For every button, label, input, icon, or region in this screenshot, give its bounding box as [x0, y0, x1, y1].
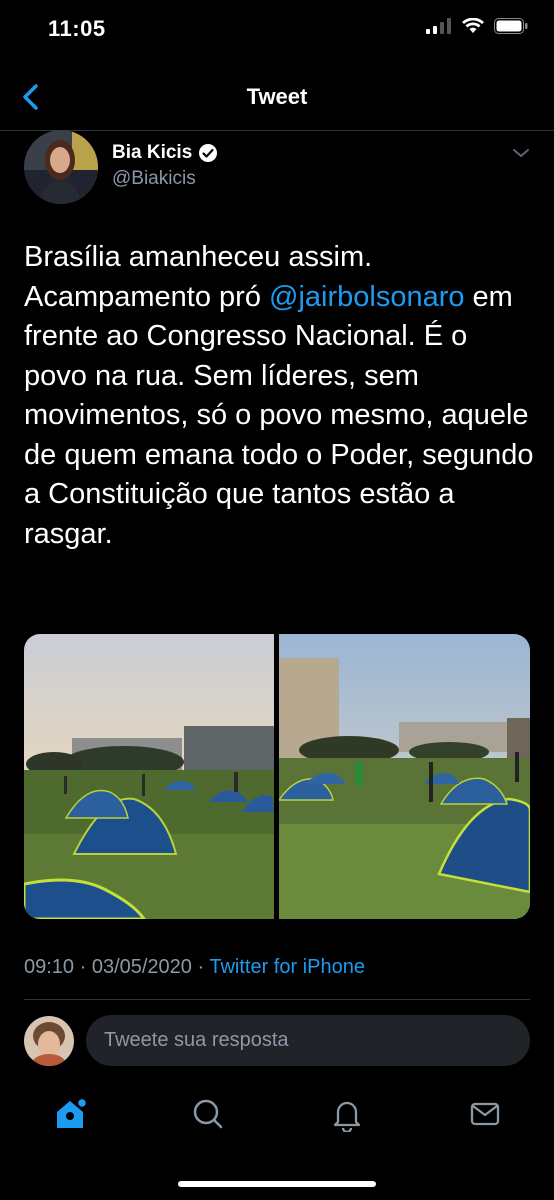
notifications-icon [333, 1101, 361, 1132]
status-icons [426, 18, 528, 34]
tweet-photo-2[interactable] [279, 634, 530, 919]
tab-home[interactable] [50, 1094, 90, 1134]
home-icon [57, 1097, 88, 1128]
tweet-meta: 09:10 · 03/05/2020 · Twitter for iPhone [24, 956, 365, 979]
messages-icon [470, 1102, 500, 1126]
search-icon [193, 1099, 223, 1129]
header-divider [0, 130, 554, 131]
chevron-down-icon [513, 149, 529, 157]
page-title: Tweet [246, 84, 308, 109]
tweet-media [24, 634, 530, 919]
tweet-timestamp: 09:10 · 03/05/2020 · [24, 956, 210, 978]
status-time: 11:05 [48, 16, 106, 41]
tab-notifications[interactable] [327, 1094, 367, 1134]
author-handle[interactable]: @Biakicis [112, 168, 196, 190]
user-avatar[interactable] [24, 1016, 74, 1066]
more-options-button[interactable] [510, 144, 532, 162]
wifi-icon [462, 18, 484, 33]
signal-icon [426, 18, 451, 34]
meta-divider [24, 999, 530, 1000]
tweet-photo-1[interactable] [24, 634, 274, 919]
verified-badge-icon [199, 144, 218, 162]
mention-link[interactable]: @jairbolsonaro [269, 281, 464, 313]
tweet-text: Brasília amanheceu assim. Acampamento pr… [24, 238, 534, 554]
tweet-text-after: em frente ao Congresso Nacional. É o pov… [24, 280, 534, 550]
author-name[interactable]: Bia Kicis [112, 142, 218, 164]
battery-icon [494, 18, 528, 34]
reply-input[interactable]: Tweete sua resposta [86, 1015, 530, 1066]
author-name-text: Bia Kicis [112, 142, 193, 163]
author-avatar[interactable] [24, 130, 98, 204]
tweet-source-link[interactable]: Twitter for iPhone [209, 956, 365, 978]
tab-messages[interactable] [465, 1094, 505, 1134]
home-indicator [178, 1181, 376, 1187]
tab-search[interactable] [188, 1094, 228, 1134]
